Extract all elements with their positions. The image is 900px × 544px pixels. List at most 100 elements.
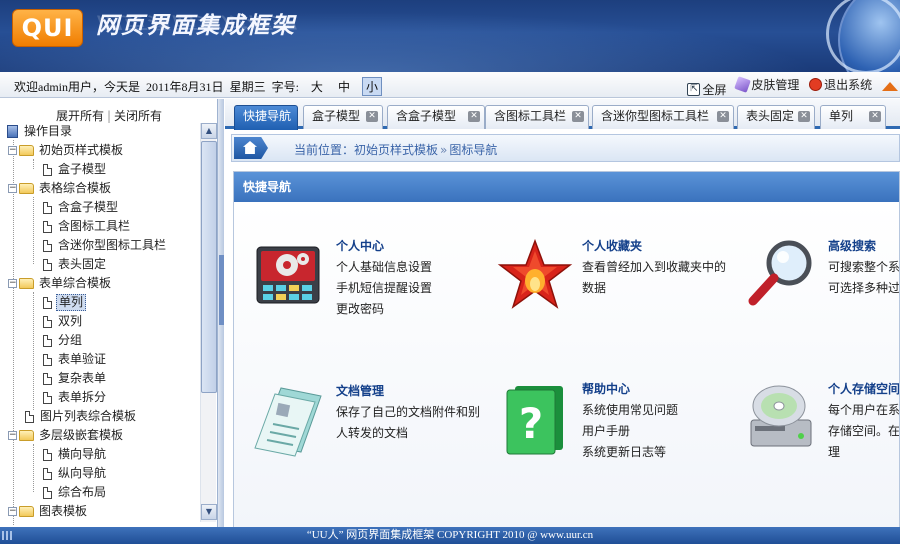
fullscreen-link[interactable]: ⇱ 全屏 (687, 81, 726, 98)
tree-folder-nested[interactable]: − 多层级嵌套模板 (8, 426, 125, 445)
nav-item-title[interactable]: 个人中心 (336, 237, 384, 254)
tree-item[interactable]: 表单验证 (43, 350, 108, 369)
nav-item-title[interactable]: 文档管理 (336, 382, 384, 399)
tree-item[interactable]: 含迷你型图标工具栏 (43, 236, 168, 255)
tree-node-label: 表头固定 (58, 257, 107, 271)
tab-box-model[interactable]: 盒子模型 ✕ (303, 105, 383, 129)
tab-label: 单列 (829, 109, 854, 123)
tree-node-label: 复杂表单 (58, 371, 107, 385)
tree-item-selected[interactable]: 单列 (43, 293, 87, 312)
tree-item[interactable]: 表单拆分 (43, 388, 108, 407)
document-icon (43, 467, 52, 480)
panel-splitter[interactable] (217, 99, 224, 527)
logo: QUI (12, 9, 83, 47)
collapse-toggle-icon[interactable]: − (8, 279, 17, 288)
breadcrumb-path: 当前位置：初始页样式模板» 图标导航 (294, 141, 497, 158)
font-size-small[interactable]: 小 (361, 77, 382, 96)
tree-item[interactable]: 分组 (43, 331, 84, 350)
scroll-thumb[interactable] (201, 141, 217, 393)
nav-item-personal-center[interactable]: 个人中心 个人基础信息设置 手机短信提醒设置 更改密码 (251, 237, 491, 347)
close-icon[interactable]: ✕ (798, 111, 810, 122)
nav-item-title[interactable]: 帮助中心 (582, 380, 630, 397)
collapse-toggle-icon[interactable]: − (8, 431, 17, 440)
close-icon[interactable]: ✕ (366, 111, 378, 122)
scroll-down-icon[interactable]: ▼ (201, 504, 217, 520)
nav-item-desc: 手机短信提醒设置 (336, 281, 433, 295)
globe-ring-decoration (826, 0, 900, 72)
nav-item-desc: 个人基础信息设置 (336, 260, 433, 274)
tree-item[interactable]: 含图标工具栏 (43, 217, 132, 236)
tree-item[interactable]: 双列 (43, 312, 84, 331)
tree-item[interactable]: 综合布局 (43, 483, 108, 502)
skin-label: 皮肤管理 (751, 78, 800, 92)
tab-with-box-model[interactable]: 含盒子模型 ✕ (387, 105, 485, 129)
tree-node-label: 表单综合模板 (39, 276, 112, 290)
tree-folder-form[interactable]: − 表单综合模板 (8, 274, 113, 293)
tree-node-label: 表单拆分 (58, 390, 107, 404)
close-icon[interactable]: ✕ (717, 111, 729, 122)
collapse-toggle-icon[interactable]: − (8, 184, 17, 193)
skin-link[interactable]: 皮肤管理 (734, 76, 800, 93)
nav-item-desc: 系统使用常见问题 (582, 403, 679, 417)
nav-item-document-management[interactable]: 文档管理 保存了自己的文档附件和别 人转发的文档 (251, 382, 491, 492)
nav-item-help-center[interactable]: ? 帮助中心 系统使用常见问题 用户手册 系统更新日志等 (497, 380, 737, 490)
close-icon[interactable]: ✕ (468, 111, 480, 122)
exit-link[interactable]: 退出系统 (809, 76, 872, 93)
expand-toggle-icon[interactable]: − (8, 507, 17, 516)
tree-folder-table[interactable]: − 表格综合模板 (8, 179, 113, 198)
nav-item-desc: 系统更新日志等 (582, 445, 667, 459)
tree-scrollbar[interactable]: ▲ ▼ (200, 123, 217, 522)
document-icon (43, 372, 52, 385)
tree-item[interactable]: 纵向导航 (43, 464, 108, 483)
tab-bar: 快捷导航 盒子模型 ✕ 含盒子模型 ✕ 含图标工具栏 ✕ 含迷你型图标工具栏 ✕… (225, 99, 900, 130)
toolbar-separator: | (106, 109, 112, 123)
tab-quick-nav[interactable]: 快捷导航 (234, 105, 298, 130)
tab-single-column[interactable]: 单列 ✕ (820, 105, 886, 129)
home-icon[interactable] (234, 137, 268, 159)
exit-label: 退出系统 (824, 78, 873, 92)
collapse-toggle-icon[interactable]: − (8, 146, 17, 155)
font-size-large[interactable]: 大 (308, 78, 326, 95)
fullscreen-icon: ⇱ (687, 83, 701, 96)
tree-node-label: 双列 (58, 314, 83, 328)
nav-item-desc: 更改密码 (336, 302, 385, 316)
tree-item[interactable]: 盒子模型 (43, 160, 108, 179)
panel-title: 快捷导航 (234, 172, 899, 202)
close-icon[interactable]: ✕ (572, 111, 584, 122)
tree-guide-line (33, 292, 34, 416)
tree-folder-initial[interactable]: − 初始页样式模板 (8, 141, 125, 160)
documents-icon (254, 387, 322, 457)
splitter-grip[interactable] (219, 255, 224, 325)
tree-folder-chart[interactable]: − 图表模板 (8, 502, 89, 521)
breadcrumb-link[interactable]: 初始页样式模板 (354, 143, 438, 157)
nav-item-title[interactable]: 高级搜索 (828, 237, 876, 254)
nav-item-personal-storage[interactable]: 个人存储空间 每个用户在系 存储空间。在 理 (743, 380, 899, 490)
tab-icon-toolbar[interactable]: 含图标工具栏 ✕ (485, 105, 589, 129)
nav-item-advanced-search[interactable]: 高级搜索 可搜索整个系 可选择多种过 (743, 237, 899, 347)
collapse-all-button[interactable]: 关闭所有 (114, 109, 162, 123)
nav-item-favorites[interactable]: 个人收藏夹 查看曾经加入到收藏夹中的 数据 (497, 237, 737, 347)
font-size-medium[interactable]: 中 (335, 78, 353, 95)
tree-item[interactable]: 含盒子模型 (43, 198, 120, 217)
tab-label: 表头固定 (746, 109, 795, 123)
tree-item[interactable]: 表头固定 (43, 255, 108, 274)
magnifier-icon (748, 240, 812, 306)
tab-mini-icon-toolbar[interactable]: 含迷你型图标工具栏 ✕ (592, 105, 734, 129)
tree-item[interactable]: 复杂表单 (43, 369, 108, 388)
tree-item[interactable]: 横向导航 (43, 445, 108, 464)
tree-root[interactable]: 操作目录 (7, 122, 74, 141)
breadcrumb: 当前位置：初始页样式模板» 图标导航 (231, 134, 900, 162)
close-icon[interactable]: ✕ (869, 111, 881, 122)
document-icon (43, 334, 52, 347)
tab-fixed-header[interactable]: 表头固定 ✕ (737, 105, 815, 129)
nav-item-title[interactable]: 个人收藏夹 (582, 237, 642, 254)
nav-item-title[interactable]: 个人存储空间 (828, 380, 899, 397)
home-link[interactable] (882, 82, 900, 91)
tree-node-label: 含图标工具栏 (58, 219, 131, 233)
nav-item-desc: 理 (828, 445, 841, 459)
tree-item[interactable]: 图片列表综合模板 (25, 407, 138, 426)
scroll-up-icon[interactable]: ▲ (201, 123, 217, 139)
document-icon (43, 448, 52, 461)
expand-all-button[interactable]: 展开所有 (56, 109, 104, 123)
resize-grip-icon[interactable] (2, 531, 12, 540)
